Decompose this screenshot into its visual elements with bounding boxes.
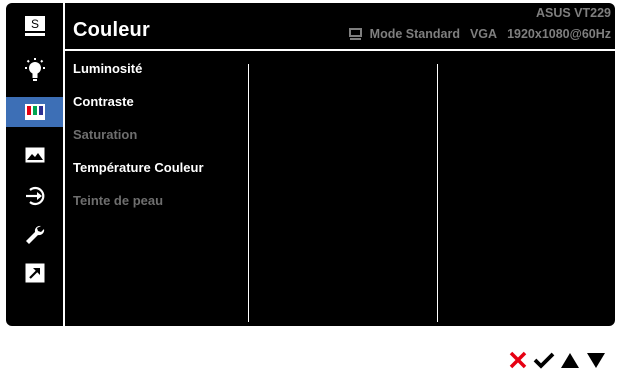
shortcut-icon — [25, 263, 44, 283]
status-line: Mode Standard VGA 1920x1080@60Hz — [348, 27, 611, 41]
sidebar-item-brightness[interactable] — [16, 55, 53, 85]
brightness-bulb-icon — [24, 58, 45, 81]
menu-item-brightness[interactable]: Luminosité — [73, 61, 204, 94]
sidebar-item-splendid[interactable]: S — [16, 11, 53, 41]
resolution-text: 1920x1080@60Hz — [507, 27, 611, 41]
wrench-icon — [25, 225, 44, 244]
content-panel: Couleur ASUS VT229 Mode Standard VGA 192… — [63, 3, 615, 326]
check-icon — [533, 352, 554, 369]
column-divider — [248, 64, 249, 322]
mode-text: Mode Standard — [369, 27, 460, 41]
model-name: ASUS VT229 — [535, 6, 611, 20]
close-icon — [509, 351, 526, 369]
sidebar-item-image[interactable] — [16, 140, 53, 170]
up-button[interactable] — [558, 349, 581, 371]
navigation-buttons — [503, 349, 607, 371]
down-arrow-icon — [586, 352, 605, 368]
input-select-icon — [25, 186, 44, 206]
page-title: Couleur — [73, 19, 150, 41]
sidebar-item-input-select[interactable] — [16, 181, 53, 211]
down-button[interactable] — [584, 349, 607, 371]
sidebar-item-system-setup[interactable] — [16, 220, 53, 250]
image-icon — [25, 147, 44, 163]
sidebar-item-color[interactable] — [6, 97, 63, 127]
up-arrow-icon — [560, 352, 579, 368]
close-button[interactable] — [506, 349, 529, 371]
osd-menu: S Couleur ASUS VT229 Mode Standard VGA 1… — [6, 3, 615, 326]
column-divider — [437, 64, 438, 322]
monitor-icon — [348, 28, 362, 40]
header: Couleur ASUS VT229 Mode Standard VGA 192… — [65, 3, 615, 51]
color-bars-icon — [24, 104, 45, 120]
confirm-button[interactable] — [532, 349, 555, 371]
sidebar-item-shortcut[interactable] — [16, 258, 53, 288]
splendid-icon: S — [24, 16, 45, 36]
menu-item-contrast[interactable]: Contraste — [73, 94, 204, 127]
menu-list: Luminosité Contraste Saturation Températ… — [73, 61, 204, 226]
menu-item-saturation: Saturation — [73, 127, 138, 142]
svg-text:S: S — [30, 17, 38, 31]
sidebar: S — [6, 3, 63, 326]
menu-item-color-temperature[interactable]: Température Couleur — [73, 160, 204, 193]
menu-item-skin-tone: Teinte de peau — [73, 193, 164, 208]
input-text: VGA — [469, 27, 498, 41]
